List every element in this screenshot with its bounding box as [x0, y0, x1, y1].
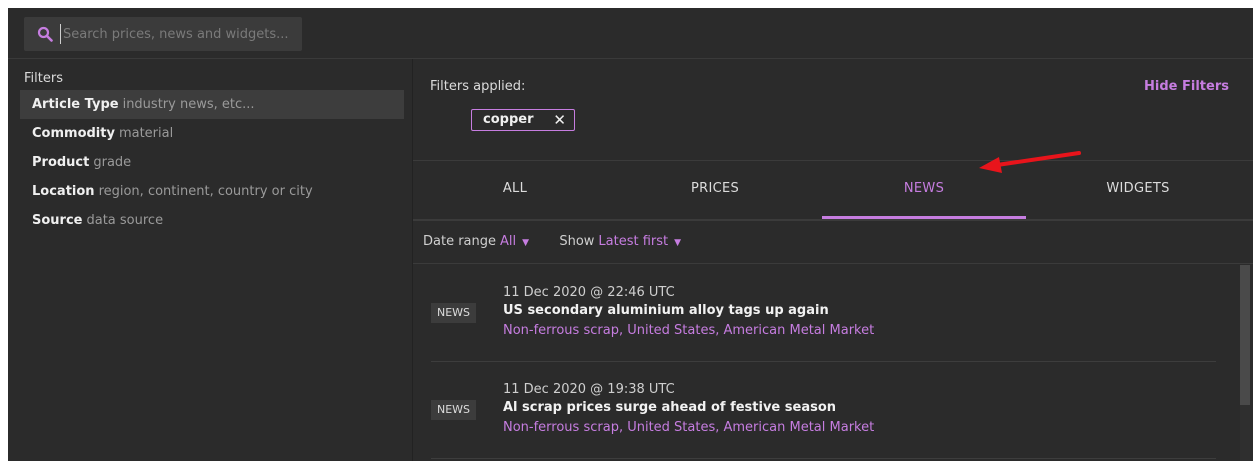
- filters-panel: Filters Article Type industry news, etc..…: [8, 59, 413, 461]
- red-arrow-annotation: [979, 151, 1081, 173]
- search-icon: [37, 26, 53, 42]
- filter-hint: region, continent, country or city: [98, 184, 313, 199]
- filter-hint: grade: [93, 155, 132, 170]
- filter-chip-copper: copper ✕: [471, 109, 575, 131]
- filter-name: Commodity: [32, 126, 115, 141]
- sort-order-dropdown[interactable]: Latest first: [598, 234, 668, 249]
- divider: [413, 263, 1253, 264]
- list-options: Date range All ▼ Show Latest first ▼: [423, 234, 681, 249]
- tab-all[interactable]: ALL: [413, 161, 617, 217]
- news-list: NEWS 11 Dec 2020 @ 22:46 UTC US secondar…: [431, 265, 1216, 459]
- news-badge: NEWS: [431, 400, 477, 420]
- search-box[interactable]: [24, 17, 302, 51]
- news-title[interactable]: US secondary aluminium alloy tags up aga…: [503, 303, 829, 318]
- news-tags[interactable]: Non-ferrous scrap, United States, Americ…: [503, 420, 874, 435]
- scrollbar[interactable]: [1240, 265, 1250, 461]
- filter-name: Product: [32, 155, 90, 170]
- chip-label: copper: [483, 112, 534, 127]
- filter-name: Location: [32, 184, 95, 199]
- news-tags[interactable]: Non-ferrous scrap, United States, Americ…: [503, 323, 874, 338]
- app-window: Filters Article Typeindustry news, etc..…: [8, 8, 1253, 461]
- search-input[interactable]: [60, 24, 299, 44]
- filter-product[interactable]: Product grade: [20, 148, 404, 177]
- news-timestamp: 11 Dec 2020 @ 22:46 UTC: [503, 285, 675, 300]
- caret-down-icon[interactable]: ▼: [674, 238, 681, 248]
- tab-prices[interactable]: PRICES: [613, 161, 817, 217]
- news-title[interactable]: Al scrap prices surge ahead of festive s…: [503, 400, 836, 415]
- results-panel: Filters applied: Hide Filters copper ✕ A…: [413, 59, 1253, 461]
- date-range-label: Date range: [423, 234, 497, 249]
- caret-down-icon[interactable]: ▼: [522, 238, 529, 248]
- filter-name: Source: [32, 213, 83, 228]
- filter-name: Article Type: [32, 97, 119, 112]
- filter-hint: data source: [86, 213, 164, 228]
- filter-hint: industry news, etc...: [122, 97, 255, 112]
- filter-source[interactable]: Source data source: [20, 206, 404, 235]
- filter-location[interactable]: Location region, continent, country or ci…: [20, 177, 404, 206]
- date-range-dropdown[interactable]: All: [500, 234, 516, 249]
- show-label: Show: [559, 234, 595, 249]
- filters-applied-title: Filters applied:: [430, 79, 526, 94]
- filter-article-type[interactable]: Article Type industry news, etc...: [20, 90, 404, 119]
- filter-commodity[interactable]: Commodity material: [20, 119, 404, 148]
- news-badge: NEWS: [431, 303, 477, 323]
- news-item[interactable]: NEWS 11 Dec 2020 @ 22:46 UTC US secondar…: [431, 265, 1216, 362]
- filter-list: Article Type industry news, etc... Commod…: [20, 90, 404, 235]
- tab-bar: ALL PRICES NEWS WIDGETS: [413, 160, 1253, 221]
- filter-hint: material: [118, 126, 174, 141]
- scrollbar-thumb[interactable]: [1240, 265, 1250, 405]
- news-item[interactable]: NEWS 11 Dec 2020 @ 19:38 UTC Al scrap pr…: [431, 362, 1216, 459]
- news-timestamp: 11 Dec 2020 @ 19:38 UTC: [503, 382, 675, 397]
- top-bar: [8, 8, 1253, 59]
- hide-filters-link[interactable]: Hide Filters: [1144, 79, 1229, 94]
- filters-title: Filters: [24, 71, 63, 86]
- close-icon[interactable]: ✕: [553, 111, 566, 129]
